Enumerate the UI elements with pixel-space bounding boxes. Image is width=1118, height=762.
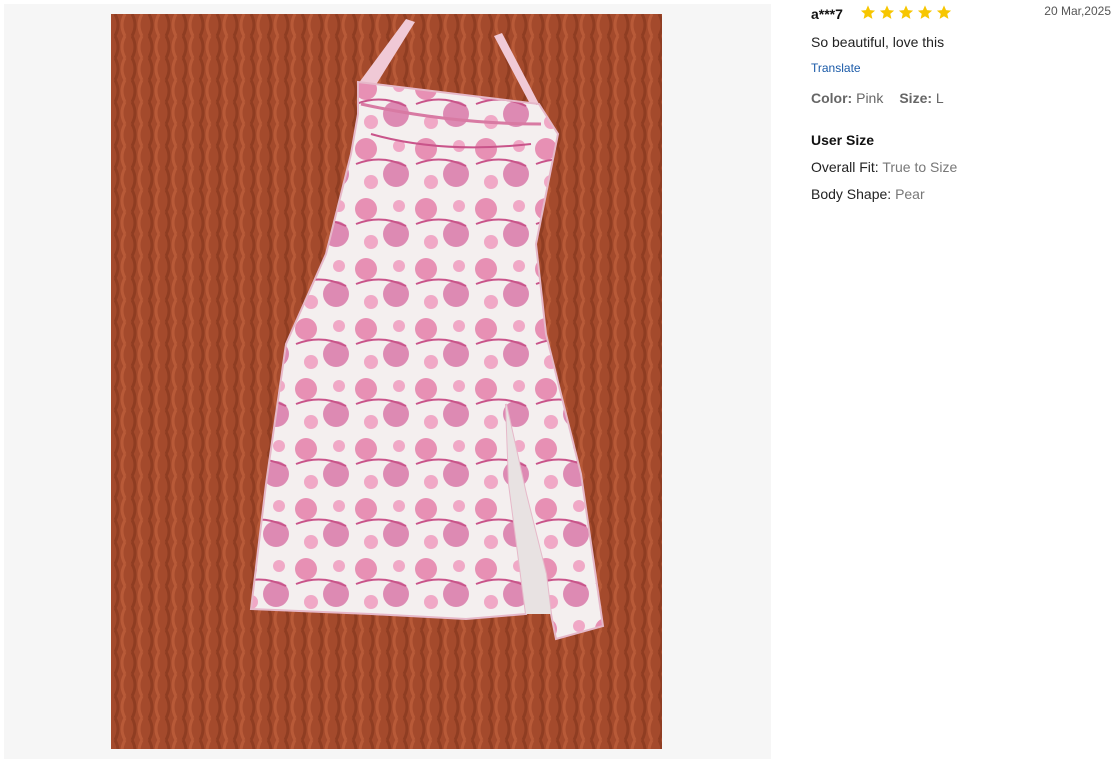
size-label: Size: <box>899 90 933 106</box>
body-shape-value: Pear <box>895 186 925 202</box>
reviewer-name: a***7 <box>811 6 843 22</box>
star-icon <box>898 5 914 19</box>
star-icon <box>917 5 933 19</box>
overall-fit-row: Overall Fit: True to Size <box>811 159 957 175</box>
body-shape-row: Body Shape: Pear <box>811 186 925 202</box>
purchase-attributes: Color: Pink Size: L <box>811 90 944 106</box>
color-value: Pink <box>856 90 884 106</box>
review-comment: So beautiful, love this <box>811 34 945 50</box>
star-icon <box>936 5 952 19</box>
star-rating <box>859 4 953 21</box>
dress-photo-illustration <box>111 14 662 749</box>
body-shape-label: Body Shape: <box>811 186 892 202</box>
star-icon <box>860 5 876 19</box>
size-value: L <box>935 90 944 106</box>
user-size-heading: User Size <box>811 132 875 148</box>
review-image-gallery <box>4 4 771 759</box>
overall-fit-value: True to Size <box>882 159 958 175</box>
translate-link[interactable]: Translate <box>811 61 861 75</box>
review-photo-pink-dress[interactable] <box>111 14 662 749</box>
color-attribute: Color: Pink <box>811 90 883 106</box>
size-attribute: Size: L <box>899 90 943 106</box>
review-panel: a***7 20 Mar,2025 So beautiful, love thi… <box>811 0 1111 230</box>
star-icon <box>879 5 895 19</box>
color-label: Color: <box>811 90 853 106</box>
overall-fit-label: Overall Fit: <box>811 159 879 175</box>
review-date: 20 Mar,2025 <box>1044 4 1111 18</box>
